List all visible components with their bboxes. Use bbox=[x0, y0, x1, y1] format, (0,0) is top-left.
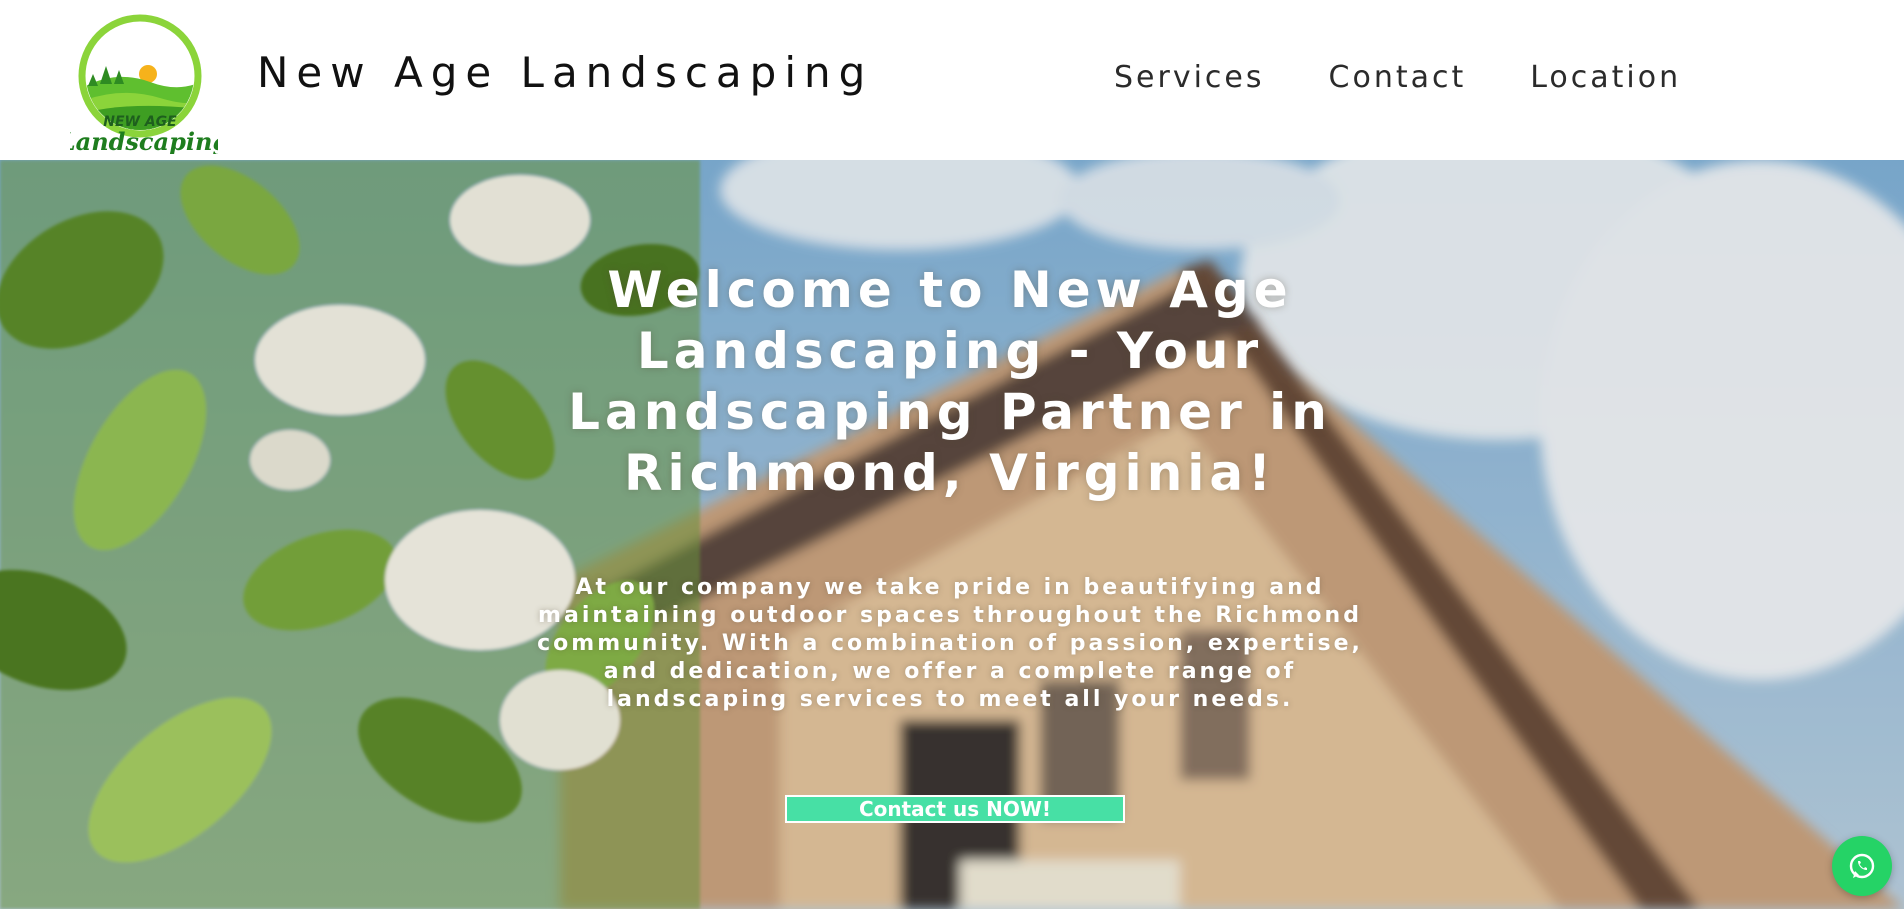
whatsapp-icon bbox=[1849, 853, 1875, 879]
hero-content: Welcome to New Age Landscaping - Your La… bbox=[520, 260, 1380, 714]
nav-item-location[interactable]: Location bbox=[1530, 60, 1681, 95]
logo[interactable]: NEW AGE Landscaping bbox=[70, 14, 218, 154]
main-nav: Services Contact Location bbox=[1114, 60, 1681, 95]
hero-title: Welcome to New Age Landscaping - Your La… bbox=[568, 261, 1332, 502]
hero-description: At our company we take pride in beautify… bbox=[537, 575, 1363, 712]
site-header: NEW AGE Landscaping New Age Landscaping … bbox=[0, 0, 1904, 160]
whatsapp-button[interactable] bbox=[1832, 836, 1892, 896]
nav-item-contact[interactable]: Contact bbox=[1329, 60, 1467, 95]
hero-section: Welcome to New Age Landscaping - Your La… bbox=[0, 160, 1904, 909]
contact-us-button[interactable]: Contact us NOW! bbox=[785, 795, 1125, 823]
svg-text:Landscaping: Landscaping bbox=[70, 127, 218, 154]
nav-item-services[interactable]: Services bbox=[1114, 60, 1265, 95]
site-title[interactable]: New Age Landscaping bbox=[257, 48, 873, 97]
